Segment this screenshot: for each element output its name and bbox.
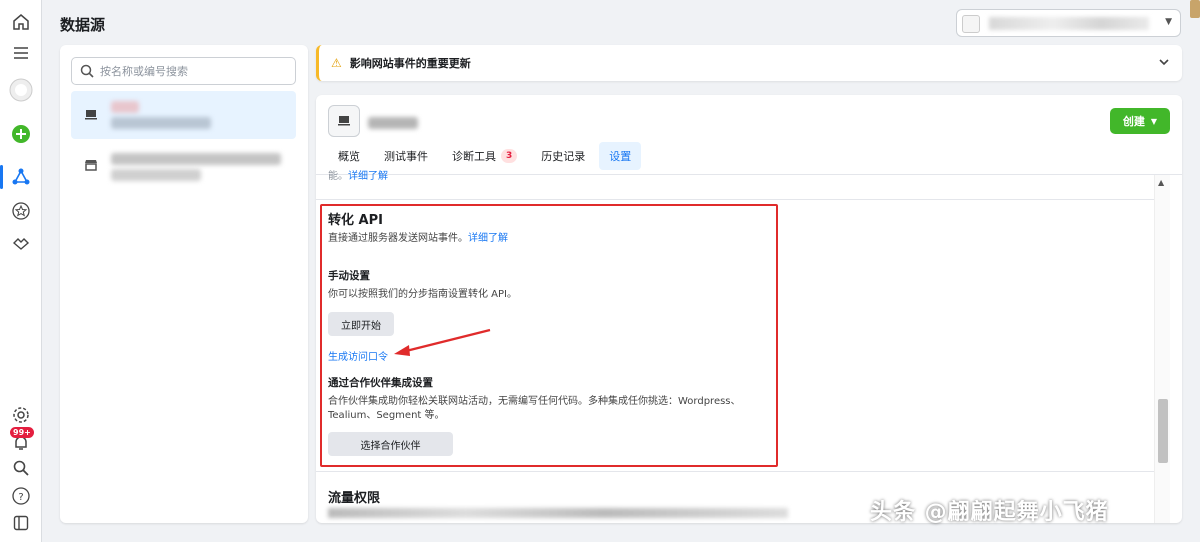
- annotation-arrow: [394, 328, 491, 356]
- ad-account-selector[interactable]: ▼: [956, 9, 1181, 37]
- partner-setup-desc-line2: Tealium、Segment 等。: [328, 410, 445, 421]
- section-divider: [316, 471, 1154, 472]
- store-icon: [81, 155, 101, 175]
- data-source-list-panel: [60, 45, 308, 523]
- tab-settings[interactable]: 设置: [599, 142, 642, 170]
- scrollbar-thumb[interactable]: [1158, 399, 1168, 463]
- watermark-text: 头条 @翩翩起舞小飞猪: [870, 500, 1109, 525]
- pixel-thumbnail: [328, 105, 360, 137]
- tab-label: 概览: [338, 150, 360, 163]
- notifications-bell-icon[interactable]: 99+: [7, 427, 35, 457]
- manual-setup-desc: 你可以按照我们的分步指南设置转化 API。: [328, 289, 517, 300]
- learn-more-link[interactable]: 详细了解: [348, 171, 388, 182]
- cutoff-text: 能。: [328, 171, 348, 182]
- banner-text: 影响网站事件的重要更新: [349, 57, 471, 70]
- data-source-item[interactable]: [71, 141, 296, 189]
- svg-text:?: ?: [18, 492, 23, 503]
- conversion-api-learn-more-link[interactable]: 详细了解: [468, 233, 508, 244]
- search-icon[interactable]: [7, 454, 35, 482]
- home-icon[interactable]: [7, 8, 35, 36]
- detail-tabs: 概览 测试事件 诊断工具 3 历史记录 设置: [328, 142, 642, 170]
- tab-overview[interactable]: 概览: [328, 142, 370, 170]
- scroll-up-arrow-icon[interactable]: ▲: [1158, 178, 1164, 187]
- add-icon[interactable]: [7, 120, 35, 148]
- source-name-redacted: [111, 101, 139, 113]
- help-icon[interactable]: ?: [7, 482, 35, 510]
- website-pixel-icon: [338, 116, 350, 126]
- page-title: 数据源: [60, 16, 106, 34]
- pixel-detail-card: 创建 ▼ 概览 测试事件 诊断工具 3 历史记录 设置 能。详细了解 转化 API…: [316, 95, 1182, 523]
- account-name-redacted: [989, 17, 1149, 30]
- source-name-redacted: [111, 153, 281, 165]
- source-id-redacted: [111, 169, 201, 181]
- chevron-down-icon[interactable]: [1158, 56, 1170, 71]
- search-icon: [80, 64, 94, 78]
- settings-gear-icon[interactable]: [7, 401, 35, 429]
- window-corner-tab: [1190, 0, 1200, 18]
- partner-setup-title: 通过合作伙伴集成设置: [328, 377, 433, 389]
- collapse-panel-icon[interactable]: [7, 509, 35, 537]
- warning-icon: ⚠: [331, 56, 342, 70]
- tab-label: 诊断工具: [452, 150, 496, 163]
- tab-label: 历史记录: [541, 150, 586, 163]
- caret-down-icon: ▼: [1150, 116, 1158, 126]
- star-icon[interactable]: [7, 197, 35, 225]
- tab-label: 设置: [609, 150, 632, 163]
- scrollbar[interactable]: ▲: [1154, 175, 1170, 523]
- left-nav-rail: 99+ ?: [0, 0, 42, 542]
- data-source-item-selected[interactable]: [71, 91, 296, 139]
- create-button[interactable]: 创建 ▼: [1110, 108, 1170, 134]
- desc-text: 直接通过服务器发送网站事件。: [328, 233, 468, 244]
- search-input[interactable]: [100, 64, 280, 78]
- create-button-label: 创建: [1122, 115, 1145, 128]
- account-thumbnail: [962, 15, 980, 33]
- notification-count-badge: 99+: [10, 427, 34, 438]
- conversion-api-desc: 直接通过服务器发送网站事件。详细了解: [328, 232, 778, 246]
- traffic-permissions-title: 流量权限: [328, 491, 381, 506]
- pixel-name-redacted: [368, 117, 418, 129]
- manual-setup-title: 手动设置: [328, 270, 370, 282]
- partners-icon[interactable]: [7, 229, 35, 257]
- tab-label: 测试事件: [384, 150, 428, 163]
- caret-down-icon: ▼: [1165, 17, 1172, 27]
- partner-setup-desc-line1: 合作伙伴集成助你轻松关联网站活动，无需编写任何代码。多种集成任你挑选：Wordp…: [328, 396, 741, 407]
- important-update-banner[interactable]: ⚠ 影响网站事件的重要更新: [316, 45, 1182, 81]
- traffic-permissions-desc-cutoff: [328, 508, 788, 518]
- generate-access-token-link[interactable]: 生成访问口令: [328, 352, 388, 363]
- tab-test-events[interactable]: 测试事件: [374, 142, 438, 170]
- tab-diagnostics[interactable]: 诊断工具 3: [442, 142, 527, 170]
- previous-section-cutoff: 能。详细了解: [328, 167, 388, 182]
- source-id-redacted: [111, 117, 211, 129]
- conversion-api-title: 转化 API: [328, 213, 383, 228]
- account-avatar[interactable]: [7, 76, 35, 104]
- get-started-button[interactable]: 立即开始: [328, 312, 394, 336]
- diagnostics-count-badge: 3: [501, 149, 518, 163]
- tab-history[interactable]: 历史记录: [531, 142, 595, 170]
- website-pixel-icon: [81, 105, 101, 125]
- section-divider: [316, 199, 1154, 200]
- choose-partner-button[interactable]: 选择合作伙伴: [328, 432, 453, 456]
- menu-icon[interactable]: [7, 39, 35, 67]
- events-manager-icon[interactable]: [0, 163, 35, 191]
- search-box[interactable]: [71, 57, 296, 85]
